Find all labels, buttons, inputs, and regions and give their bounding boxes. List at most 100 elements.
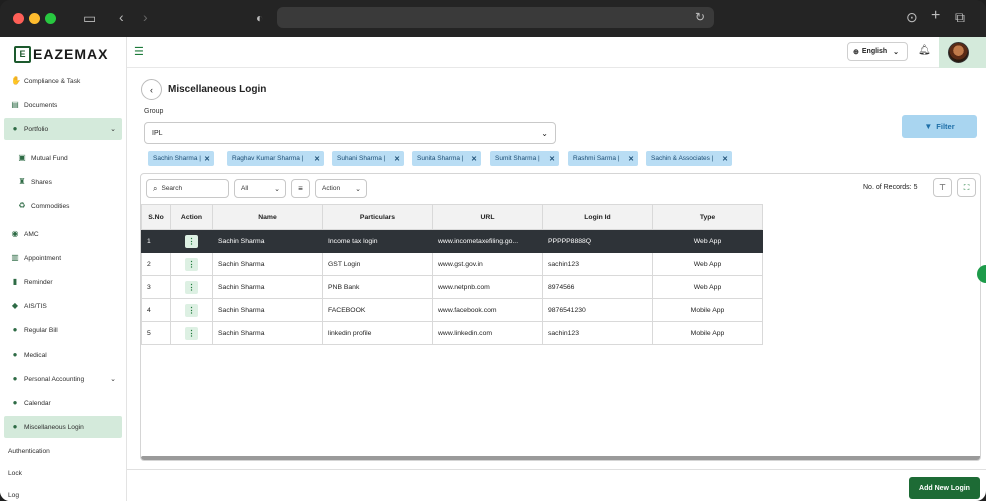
fullscreen-button[interactable]: ⛶ <box>957 178 976 197</box>
remove-chip-icon[interactable]: ✕ <box>471 155 477 163</box>
cell-name: Sachin Sharma <box>212 275 323 299</box>
member-chip[interactable]: Sachin Sharma | ✕ <box>148 151 214 166</box>
sidebar-item-lock[interactable]: Lock <box>2 462 120 484</box>
tabs-overview-icon[interactable]: ⧉ <box>955 10 965 24</box>
cell-action: ⋮ <box>170 321 213 345</box>
table-row[interactable]: 5 ⋮ Sachin Sharma linkedin profile www.l… <box>141 321 763 345</box>
profile-area[interactable] <box>939 37 986 68</box>
reload-icon[interactable]: ↻ <box>695 10 705 24</box>
new-tab-icon[interactable]: + <box>931 8 940 24</box>
cell-action: ⋮ <box>170 298 213 322</box>
table-header-row: S.No Action Name Particulars URL Login I… <box>141 204 763 230</box>
cell-url[interactable]: www.gst.gov.in <box>432 252 543 276</box>
cell-url[interactable]: www.incometaxefiling.go... <box>432 229 543 253</box>
row-menu-icon[interactable]: ⋮ <box>185 280 198 294</box>
maximize-window-button[interactable] <box>45 13 56 24</box>
globe-icon: ◉ <box>11 229 19 238</box>
table-row[interactable]: 4 ⋮ Sachin Sharma FACEBOOK www.facebook.… <box>141 298 763 322</box>
sidebar-item-appointment[interactable]: ▥ Appointment <box>4 247 122 269</box>
sidebar-item-regular-bill[interactable]: ● Regular Bill <box>4 319 122 341</box>
member-chip[interactable]: Rashmi Sarma | ✕ <box>568 151 638 166</box>
sidebar-item-amc[interactable]: ◉ AMC <box>4 223 122 245</box>
member-chip[interactable]: Sumit Sharma | ✕ <box>490 151 559 166</box>
remove-chip-icon[interactable]: ✕ <box>628 155 634 163</box>
member-chip[interactable]: Raghav Kumar Sharma | ✕ <box>227 151 324 166</box>
menu-icon[interactable]: ☰ <box>134 47 144 58</box>
remove-chip-icon[interactable]: ✕ <box>722 155 728 163</box>
group-select[interactable]: IPL ⌄ <box>144 122 556 144</box>
sidebar-item-personal-accounting[interactable]: ● Personal Accounting ⌄ <box>4 368 122 390</box>
row-menu-icon[interactable]: ⋮ <box>185 326 198 340</box>
back-button[interactable]: ‹ <box>141 79 162 100</box>
column-settings-button[interactable]: ⊤ <box>933 178 952 197</box>
top-header: ☰ ⊕ English ⌄ 🔔︎ <box>127 37 986 68</box>
logo[interactable]: E EAZEMAX <box>14 45 108 63</box>
sidebar-item-mutual-fund[interactable]: ▣ Mutual Fund <box>11 147 122 169</box>
status-select[interactable]: All ⌄ <box>234 179 286 198</box>
row-menu-icon[interactable]: ⋮ <box>185 234 198 248</box>
member-chip[interactable]: Suhani Sharma | ✕ <box>332 151 404 166</box>
sidebar-item-ais-tis[interactable]: ◆ AIS/TIS <box>4 295 122 317</box>
pin-icon: ⊤ <box>939 183 946 192</box>
sidebar-item-log[interactable]: Log <box>2 484 120 501</box>
cell-url[interactable]: www.netpnb.com <box>432 275 543 299</box>
remove-chip-icon[interactable]: ✕ <box>314 155 320 163</box>
cell-name: Sachin Sharma <box>212 229 323 253</box>
cell-url[interactable]: www.linkedin.com <box>432 321 543 345</box>
forward-arrow-icon[interactable]: › <box>143 10 148 24</box>
member-chip[interactable]: Sunita Sharma | ✕ <box>412 151 481 166</box>
cell-url[interactable]: www.facebook.com <box>432 298 543 322</box>
address-bar[interactable]: ↻ <box>277 7 714 28</box>
sidebar-item-compliance[interactable]: ✋ Compliance & Task <box>4 70 122 92</box>
sidebar-item-shares[interactable]: ♜ Shares <box>11 171 122 193</box>
table-row[interactable]: 1 ⋮ Sachin Sharma Income tax login www.i… <box>141 229 763 253</box>
table-row[interactable]: 2 ⋮ Sachin Sharma GST Login www.gst.gov.… <box>141 252 763 276</box>
sidebar-item-commodities[interactable]: ♻ Commodities <box>11 195 122 217</box>
cell-action: ⋮ <box>170 252 213 276</box>
column-header-sno[interactable]: S.No <box>141 204 171 230</box>
cell-action: ⋮ <box>170 275 213 299</box>
row-menu-icon[interactable]: ⋮ <box>185 303 198 317</box>
remove-chip-icon[interactable]: ✕ <box>204 155 210 163</box>
sort-button[interactable]: ≡ <box>291 179 310 198</box>
back-arrow-icon[interactable]: ‹ <box>119 10 124 24</box>
sidebar-item-medical[interactable]: ● Medical <box>4 344 122 366</box>
cell-login-id: sachin123 <box>542 252 653 276</box>
row-menu-icon[interactable]: ⋮ <box>185 257 198 271</box>
member-chip[interactable]: Sachin & Associates | ✕ <box>646 151 732 166</box>
sidebar-item-authentication[interactable]: Authentication <box>2 440 120 462</box>
column-header-url[interactable]: URL <box>432 204 543 230</box>
column-header-type[interactable]: Type <box>652 204 763 230</box>
table-row[interactable]: 3 ⋮ Sachin Sharma PNB Bank www.netpnb.co… <box>141 275 763 299</box>
shield-icon[interactable]: ◐ <box>256 11 263 25</box>
sidebar-item-label: Shares <box>31 178 52 186</box>
column-header-particulars[interactable]: Particulars <box>322 204 433 230</box>
sidebar-toggle-icon[interactable]: ▭ <box>83 11 96 25</box>
avatar[interactable] <box>948 42 969 63</box>
sidebar-item-portfolio[interactable]: ● Portfolio ⌄ <box>4 118 122 140</box>
minimize-window-button[interactable] <box>29 13 40 24</box>
sidebar-item-label: Miscellaneous Login <box>24 423 84 431</box>
filter-button[interactable]: ▼ Filter <box>902 115 977 138</box>
group-label: Group <box>144 108 164 115</box>
users-icon: ● <box>12 398 18 407</box>
users-icon: ● <box>12 325 18 334</box>
sidebar-item-documents[interactable]: ▤ Documents <box>4 94 122 116</box>
column-header-name[interactable]: Name <box>212 204 323 230</box>
add-new-login-button[interactable]: Add New Login <box>909 477 980 499</box>
sidebar-item-reminder[interactable]: ▮ Reminder <box>4 271 122 293</box>
horizontal-scrollbar[interactable] <box>141 456 980 460</box>
column-header-login-id[interactable]: Login Id <box>542 204 653 230</box>
remove-chip-icon[interactable]: ✕ <box>549 155 555 163</box>
sidebar-item-calendar[interactable]: ● Calendar <box>4 392 122 414</box>
column-header-action[interactable]: Action <box>170 204 213 230</box>
language-select[interactable]: ⊕ English ⌄ <box>847 42 908 61</box>
download-icon[interactable]: ⊙ <box>906 10 918 24</box>
remove-chip-icon[interactable]: ✕ <box>394 155 400 163</box>
close-window-button[interactable] <box>13 13 24 24</box>
search-input[interactable]: ⌕ Search <box>146 179 229 198</box>
chip-label: Sachin & Associates <box>651 155 710 162</box>
action-select[interactable]: Action ⌄ <box>315 179 367 198</box>
sidebar-item-miscellaneous-login[interactable]: ● Miscellaneous Login <box>4 416 122 438</box>
notification-bell-icon[interactable]: 🔔︎ <box>918 45 931 56</box>
